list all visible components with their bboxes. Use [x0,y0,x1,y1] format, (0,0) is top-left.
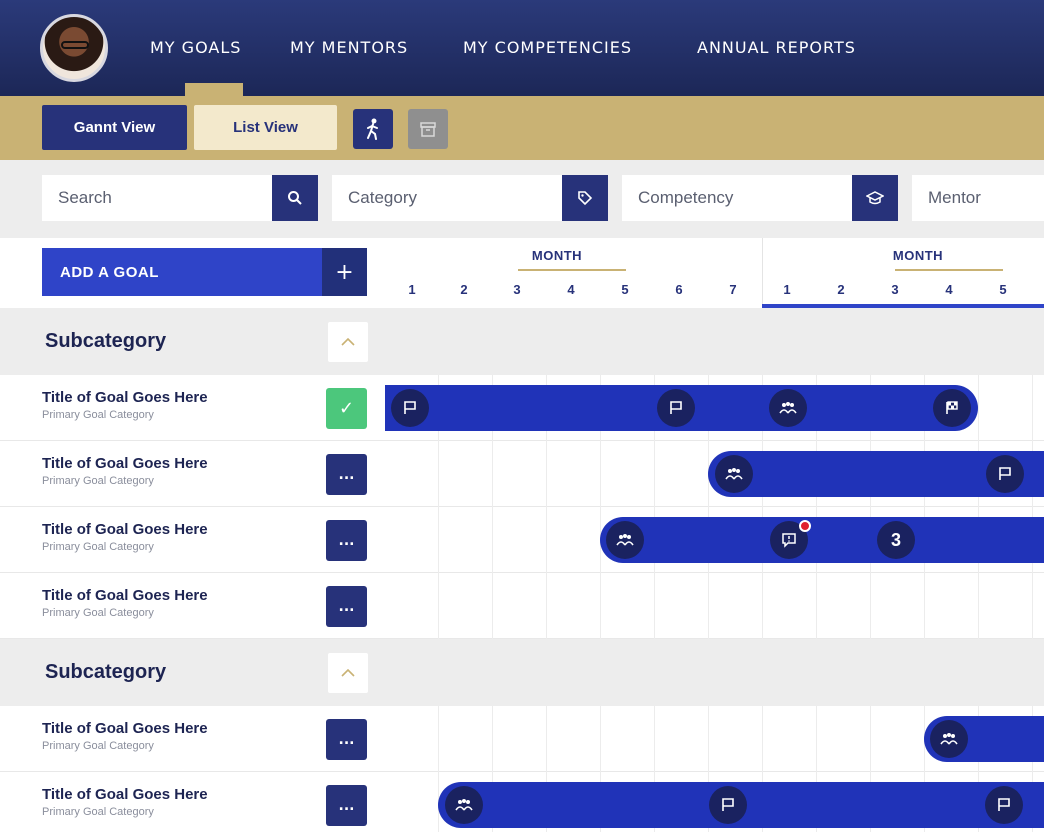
walking-person-icon[interactable] [353,109,393,149]
goal-title[interactable]: Title of Goal Goes Here [42,389,208,406]
gantt-row [385,706,1044,772]
goal-timeline-bar[interactable] [600,517,1044,563]
filter-bar: Search Category Competency Mentor [0,160,1044,238]
more-options-button[interactable]: ... [326,586,367,627]
gantt-row [385,441,1044,507]
subcategory-header: Subcategory [0,308,1044,375]
timeline-header: MONTH MONTH 1 2 3 4 5 6 7 1 2 3 4 5 [385,238,1044,308]
day-label: 5 [999,282,1007,297]
goal-title[interactable]: Title of Goal Goes Here [42,720,208,737]
more-options-button[interactable]: ... [326,454,367,495]
flag-icon[interactable] [986,455,1024,493]
goal-title[interactable]: Title of Goal Goes Here [42,786,208,803]
team-icon[interactable] [715,455,753,493]
chevron-up-icon[interactable] [328,653,368,693]
add-goal-plus-icon[interactable]: + [322,248,367,296]
flag-icon[interactable] [709,786,747,824]
subcategory-header: Subcategory [0,639,1044,706]
day-label: 1 [783,282,791,297]
top-navigation: MY GOALS MY MENTORS MY COMPETENCIES ANNU… [0,0,1044,97]
nav-my-goals[interactable]: MY GOALS [150,38,241,57]
flag-icon[interactable] [657,389,695,427]
more-options-button[interactable]: ... [326,520,367,561]
day-label: 1 [408,282,416,297]
nav-my-mentors[interactable]: MY MENTORS [290,38,408,57]
goal-category: Primary Goal Category [42,806,154,818]
nav-annual-reports[interactable]: ANNUAL REPORTS [697,38,856,57]
month-label: MONTH [531,248,583,263]
active-nav-indicator [185,83,243,97]
day-label: 2 [460,282,468,297]
graduation-cap-icon[interactable] [852,175,898,221]
gannt-view-button[interactable]: Gannt View [42,105,187,150]
day-label: 3 [513,282,521,297]
team-icon[interactable] [606,521,644,559]
goal-row[interactable]: Title of Goal Goes Here Primary Goal Cat… [0,772,1044,832]
finish-flag-icon[interactable] [933,389,971,427]
day-label: 7 [729,282,737,297]
goal-category: Primary Goal Category [42,541,154,553]
day-label: 3 [891,282,899,297]
subcategory-label: Subcategory [45,661,167,683]
category-input[interactable]: Category [332,175,562,221]
team-icon[interactable] [445,786,483,824]
search-input[interactable]: Search [42,175,272,221]
day-label: 4 [945,282,953,297]
goal-row[interactable]: Title of Goal Goes Here Primary Goal Cat… [0,375,1044,441]
goal-row[interactable]: Title of Goal Goes Here Primary Goal Cat… [0,507,1044,573]
gantt-row: 3 [385,507,1044,573]
view-toolbar: Gannt View List View [0,96,1044,160]
goal-category: Primary Goal Category [42,475,154,487]
goal-row[interactable]: Title of Goal Goes Here Primary Goal Cat… [0,573,1044,639]
nav-my-competencies[interactable]: MY COMPETENCIES [463,38,632,57]
day-label: 5 [621,282,629,297]
day-label: 4 [567,282,575,297]
flag-icon[interactable] [985,786,1023,824]
day-label: 6 [675,282,683,297]
archive-icon[interactable] [408,109,448,149]
search-icon[interactable] [272,175,318,221]
goal-title[interactable]: Title of Goal Goes Here [42,521,208,538]
add-goal-button[interactable]: ADD A GOAL [42,248,367,296]
gantt-row [385,375,1044,441]
goal-row[interactable]: Title of Goal Goes Here Primary Goal Cat… [0,441,1044,507]
avatar[interactable] [40,14,108,82]
goal-complete-checkmark-icon[interactable]: ✓ [326,388,367,429]
day-label: 2 [837,282,845,297]
team-icon[interactable] [769,389,807,427]
more-options-button[interactable]: ... [326,785,367,826]
chevron-up-icon[interactable] [328,322,368,362]
goal-title[interactable]: Title of Goal Goes Here [42,587,208,604]
mentor-input[interactable]: Mentor [912,175,1044,221]
goal-category: Primary Goal Category [42,607,154,619]
gantt-row [385,573,1044,639]
subcategory-label: Subcategory [45,330,167,352]
flag-icon[interactable] [391,389,429,427]
goal-category: Primary Goal Category [42,409,154,421]
team-icon[interactable] [930,720,968,758]
goal-row[interactable]: Title of Goal Goes Here Primary Goal Cat… [0,706,1044,772]
more-options-button[interactable]: ... [326,719,367,760]
count-badge[interactable]: 3 [877,521,915,559]
list-view-button[interactable]: List View [194,105,337,150]
tag-icon[interactable] [562,175,608,221]
competency-input[interactable]: Competency [622,175,852,221]
notification-dot [799,520,811,532]
gantt-row [385,772,1044,832]
goal-title[interactable]: Title of Goal Goes Here [42,455,208,472]
month-label: MONTH [892,248,944,263]
goal-category: Primary Goal Category [42,740,154,752]
